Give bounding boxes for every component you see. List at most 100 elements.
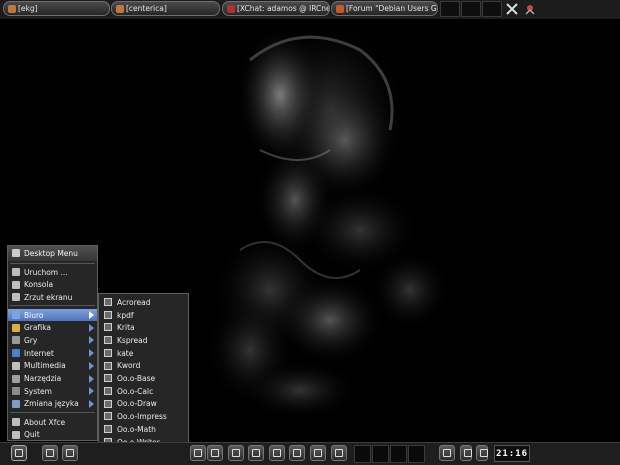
taskbar-button-label: [Forum "Debian Users Ga... xyxy=(346,4,437,13)
biuro-menu-item[interactable]: Oo.o-Draw xyxy=(99,398,188,411)
tray-icon-1[interactable] xyxy=(460,445,472,461)
menu-category-multimedia[interactable]: Multimedia xyxy=(8,360,97,372)
settings-icon[interactable] xyxy=(42,445,58,461)
launcher-icon-7[interactable] xyxy=(310,445,326,461)
application-icon xyxy=(104,386,112,395)
biuro-menu-item-label: Oo.o-Math xyxy=(117,424,156,434)
bottom-pager-1[interactable] xyxy=(354,445,371,463)
application-icon xyxy=(104,399,112,408)
submenu-arrow-icon xyxy=(89,311,94,319)
menu-category-language[interactable]: Zmiana języka xyxy=(8,398,97,410)
launcher-icon-4[interactable] xyxy=(248,445,264,461)
quit-icon xyxy=(12,430,20,439)
tools-launcher-icon[interactable] xyxy=(62,445,78,461)
biuro-menu-item-label: kpdf xyxy=(117,310,134,320)
biuro-menu-item[interactable]: Kspread xyxy=(99,334,188,347)
menu-item-label: Zmiana języka xyxy=(24,399,79,409)
tools-icon xyxy=(12,374,20,383)
menu-category-system[interactable]: System xyxy=(8,385,97,397)
application-icon xyxy=(104,310,112,319)
top-panel: [ekg] [centerica] [XChat: adamos @ IRCnet.… xyxy=(0,0,620,19)
taskbar-button[interactable]: [XChat: adamos @ IRCnet... xyxy=(222,1,330,16)
menu-item-run[interactable]: Uruchom ... xyxy=(8,266,97,278)
language-icon xyxy=(12,399,20,408)
biuro-menu-item[interactable]: Oo.o-Math xyxy=(99,423,188,436)
biuro-submenu: Acroread kpdf Krita Kspread kate Kword Oo.o-Ba… xyxy=(98,293,189,465)
run-icon xyxy=(12,268,20,276)
submenu-arrow-icon xyxy=(89,361,94,370)
biuro-menu-item[interactable]: Krita xyxy=(99,321,188,334)
desktop-menu-title: Desktop Menu xyxy=(8,246,97,261)
bottom-pager-2[interactable] xyxy=(372,445,389,463)
taskbar-button[interactable]: [centerica] xyxy=(111,1,220,16)
tray-icon-2[interactable] xyxy=(476,445,488,461)
workspace-pager-1[interactable] xyxy=(440,1,460,17)
application-icon xyxy=(104,348,112,357)
launcher-icon-5[interactable] xyxy=(269,445,285,461)
panel-clock[interactable]: 21:16 xyxy=(494,445,530,462)
graphics-icon xyxy=(12,323,20,332)
application-icon xyxy=(104,412,112,421)
biuro-menu-item[interactable]: Kword xyxy=(99,360,188,373)
taskbar-button[interactable]: [Forum "Debian Users Ga... xyxy=(331,1,438,16)
application-icon xyxy=(104,323,112,332)
menu-item-label: Uruchom ... xyxy=(24,267,68,277)
launcher-icon-1[interactable] xyxy=(190,445,206,461)
submenu-arrow-icon xyxy=(89,336,94,345)
biuro-menu-item-label: Krita xyxy=(117,323,135,333)
biuro-menu-item-label: Acroread xyxy=(117,297,151,307)
biuro-menu-item[interactable]: Acroread xyxy=(99,296,188,309)
launcher-icon-8[interactable] xyxy=(331,445,347,461)
menu-item-label: Narzędzia xyxy=(24,374,62,383)
application-icon xyxy=(104,425,112,433)
desktop-menu-icon xyxy=(12,249,20,257)
menu-item-screenshot[interactable]: Zrzut ekranu xyxy=(8,291,97,303)
menu-item-label: Zrzut ekranu xyxy=(24,292,73,302)
menu-category-internet[interactable]: Internet xyxy=(8,347,97,359)
tools-icon[interactable] xyxy=(439,445,455,461)
system-icon xyxy=(12,387,20,396)
menu-category-graphics[interactable]: Grafika xyxy=(8,322,97,334)
bottom-pager-4[interactable] xyxy=(408,445,425,463)
biuro-menu-item[interactable]: kpdf xyxy=(99,309,188,322)
menu-category-tools[interactable]: Narzędzia xyxy=(8,373,97,385)
internet-icon xyxy=(12,349,20,358)
launcher-icon-3[interactable] xyxy=(228,445,244,461)
taskbar-button-label: [centerica] xyxy=(126,4,167,13)
menu-category-games[interactable]: Gry xyxy=(8,334,97,346)
menu-separator xyxy=(10,412,95,413)
taskbar-button[interactable]: [ekg] xyxy=(3,1,110,16)
menu-item-label: Multimedia xyxy=(24,361,66,371)
biuro-menu-item[interactable]: kate xyxy=(99,347,188,360)
biuro-menu-item[interactable]: Oo.o-Base xyxy=(99,372,188,385)
taskbar-button-label: [XChat: adamos @ IRCnet... xyxy=(237,4,329,13)
launcher-icon-2[interactable] xyxy=(207,445,223,461)
tools-icon[interactable] xyxy=(505,2,519,16)
ekg-icon xyxy=(8,4,16,13)
menu-item-quit[interactable]: Quit xyxy=(8,429,97,441)
menu-category-office[interactable]: Biuro xyxy=(8,309,97,321)
menu-item-label: Grafika xyxy=(24,323,52,333)
bottom-pager-3[interactable] xyxy=(390,445,407,463)
submenu-arrow-icon xyxy=(89,374,94,383)
application-icon xyxy=(104,336,112,345)
screenshot-icon xyxy=(12,293,20,301)
biuro-menu-item-label: kate xyxy=(117,348,134,358)
workspace-pager-3[interactable] xyxy=(482,1,502,17)
menu-item-terminal[interactable]: Konsola xyxy=(8,279,97,291)
submenu-arrow-icon xyxy=(89,349,94,358)
xfce-menu-button[interactable] xyxy=(11,445,27,461)
biuro-menu-item[interactable]: Oo.o-Calc xyxy=(99,385,188,398)
biuro-menu-item-label: Oo.o-Draw xyxy=(117,399,157,409)
menu-item-label: Quit xyxy=(24,430,40,439)
menu-item-about[interactable]: About Xfce xyxy=(8,416,97,428)
network-icon[interactable] xyxy=(523,2,537,16)
about-icon xyxy=(12,418,20,426)
biuro-menu-item[interactable]: Oo.o-Impress xyxy=(99,410,188,423)
desktop-menu: Desktop Menu Uruchom ... Konsola Zrzut ekr… xyxy=(7,245,98,441)
launcher-icon-6[interactable] xyxy=(289,445,305,461)
workspace-pager-2[interactable] xyxy=(461,1,481,17)
application-icon xyxy=(104,298,112,306)
biuro-menu-item-label: Oo.o-Base xyxy=(117,374,156,384)
biuro-menu-item-label: Oo.o-Impress xyxy=(117,412,167,422)
